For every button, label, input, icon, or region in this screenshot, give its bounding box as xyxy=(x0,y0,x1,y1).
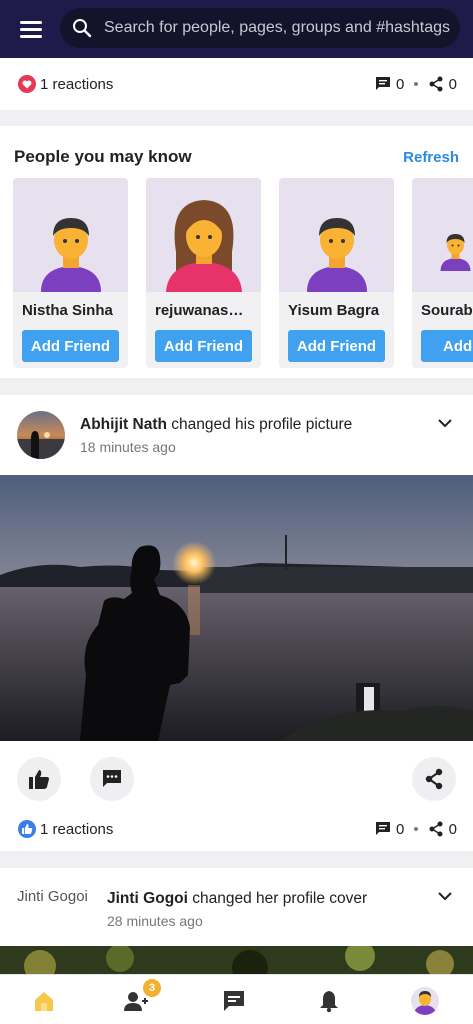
person-card[interactable]: rejuwanasul... Add Friend xyxy=(146,178,261,368)
thumbs-up-icon xyxy=(29,770,49,789)
comment-count: 0 xyxy=(396,75,405,93)
person-avatar xyxy=(13,178,128,292)
post-cover-photo[interactable] xyxy=(0,941,473,974)
person-name[interactable]: Sourab xyxy=(412,292,473,319)
person-name[interactable]: Yisum Bagra xyxy=(279,292,394,319)
author-name[interactable]: Abhijit Nath xyxy=(80,416,167,433)
profile-avatar-icon[interactable] xyxy=(411,987,439,1015)
chevron-down-icon[interactable] xyxy=(437,415,453,431)
post-time[interactable]: 18 minutes ago xyxy=(80,439,176,455)
post-headline: Jinti Gogoi changed her profile cover xyxy=(107,890,367,908)
post-action: changed his profile picture xyxy=(166,416,353,433)
post-photo[interactable] xyxy=(0,475,473,741)
add-friend-button[interactable]: Add Friend xyxy=(22,330,119,362)
refresh-link[interactable]: Refresh xyxy=(403,149,459,166)
bottom-navigation: 3 xyxy=(0,974,473,1024)
search-bar[interactable]: Search for people, pages, groups and #ha… xyxy=(60,8,460,48)
post-headline: Abhijit Nath changed his profile picture xyxy=(80,416,352,434)
comment-button[interactable] xyxy=(90,757,134,801)
friend-requests-badge: 3 xyxy=(143,979,161,997)
menu-icon[interactable] xyxy=(14,14,48,44)
author-avatar[interactable] xyxy=(17,411,65,459)
person-name[interactable]: Nistha Sinha xyxy=(13,292,128,319)
home-icon[interactable] xyxy=(30,987,58,1015)
author-avatar-alt[interactable]: Jinti Gogoi xyxy=(17,888,88,905)
pymk-title: People you may know xyxy=(14,147,192,166)
post-card: Abhijit Nath changed his profile picture… xyxy=(0,395,473,851)
person-avatar xyxy=(412,178,473,292)
previous-post-footer: 1 reactions 0 • 0 xyxy=(0,58,473,110)
post-action: changed her profile cover xyxy=(187,890,368,907)
notifications-icon[interactable] xyxy=(315,987,343,1015)
add-friend-button[interactable]: Add Friend xyxy=(421,330,473,362)
post-time[interactable]: 28 minutes ago xyxy=(107,913,203,929)
people-you-may-know: People you may know Refresh Nistha Sinha… xyxy=(0,126,473,378)
search-placeholder: Search for people, pages, groups and #ha… xyxy=(104,19,451,36)
share-count: 0 xyxy=(448,820,457,838)
chevron-down-icon[interactable] xyxy=(437,888,453,904)
reaction-count[interactable]: 1 reactions xyxy=(40,76,113,93)
reaction-count[interactable]: 1 reactions xyxy=(40,821,113,838)
share-icon xyxy=(425,768,443,790)
post-card: Jinti Gogoi Jinti Gogoi changed her prof… xyxy=(0,868,473,974)
person-avatar xyxy=(146,178,261,292)
share-icon[interactable] xyxy=(428,821,444,837)
comment-icon[interactable] xyxy=(375,821,391,837)
author-name[interactable]: Jinti Gogoi xyxy=(107,890,188,907)
add-friend-button[interactable]: Add Friend xyxy=(155,330,252,362)
like-button[interactable] xyxy=(17,757,61,801)
share-count: 0 xyxy=(448,75,457,93)
person-avatar xyxy=(279,178,394,292)
person-card[interactable]: Yisum Bagra Add Friend xyxy=(279,178,394,368)
search-icon xyxy=(73,19,92,38)
heart-reaction-icon xyxy=(18,75,36,93)
separator-dot: • xyxy=(413,75,419,93)
top-bar: Search for people, pages, groups and #ha… xyxy=(0,0,473,58)
person-name[interactable]: rejuwanasul... xyxy=(146,292,261,319)
comment-icon xyxy=(103,770,121,787)
messages-icon[interactable] xyxy=(220,987,248,1015)
separator-dot: • xyxy=(413,820,419,838)
person-card[interactable]: Nistha Sinha Add Friend xyxy=(13,178,128,368)
share-button[interactable] xyxy=(412,757,456,801)
comment-icon[interactable] xyxy=(375,76,391,92)
like-reaction-icon xyxy=(18,820,36,838)
comment-count: 0 xyxy=(396,820,405,838)
share-icon[interactable] xyxy=(428,76,444,92)
add-friend-button[interactable]: Add Friend xyxy=(288,330,385,362)
person-card[interactable]: Sourab Add Friend xyxy=(412,178,473,368)
